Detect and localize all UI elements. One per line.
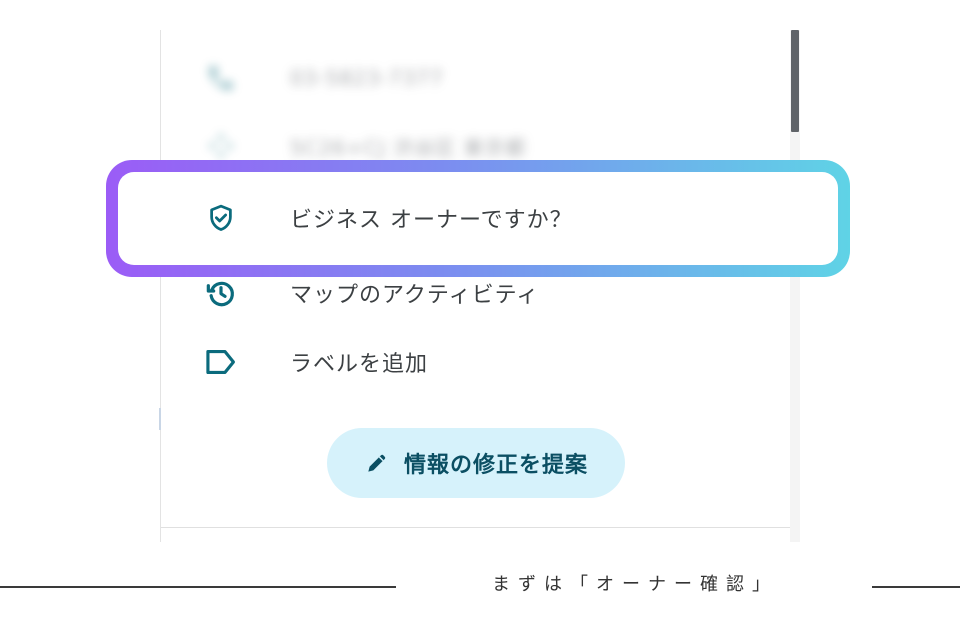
business-owner-label: ビジネス オーナーですか？ <box>290 208 573 233</box>
add-label-row[interactable]: ラベルを追加 <box>170 337 770 387</box>
screenshot-stage: 03-5823-7377 5C26+CJ 渋谷区 東京都 ビジネス オーナーです… <box>0 0 960 640</box>
panel-bottom-border <box>161 527 790 528</box>
caption-text: まずは「オーナー確認」 <box>492 574 778 595</box>
phone-row[interactable]: 03-5823-7377 <box>170 53 770 103</box>
label-icon <box>204 345 238 379</box>
pencil-icon <box>364 450 390 476</box>
panel-left-border <box>160 30 161 542</box>
caption-rule-right <box>872 586 960 588</box>
suggest-edit-label: 情報の修正を提案 <box>403 453 588 478</box>
business-owner-row[interactable]: ビジネス オーナーですか？ <box>170 193 770 243</box>
add-label-label: ラベルを追加 <box>290 352 429 377</box>
suggest-edit-button[interactable]: 情報の修正を提案 <box>327 428 625 498</box>
panel-edge-mark <box>159 408 161 430</box>
verified-shield-icon <box>204 201 238 235</box>
plus-code-icon <box>204 129 238 163</box>
maps-activity-label: マップのアクティビティ <box>290 283 540 308</box>
maps-activity-row[interactable]: マップのアクティビティ <box>170 268 770 318</box>
phone-number: 03-5823-7377 <box>290 66 444 90</box>
scrollbar-thumb[interactable] <box>791 30 799 132</box>
plus-code-address: 5C26+CJ 渋谷区 東京都 <box>290 135 527 160</box>
history-icon <box>204 276 238 310</box>
phone-icon <box>204 61 238 95</box>
caption-rule-left <box>0 586 396 588</box>
